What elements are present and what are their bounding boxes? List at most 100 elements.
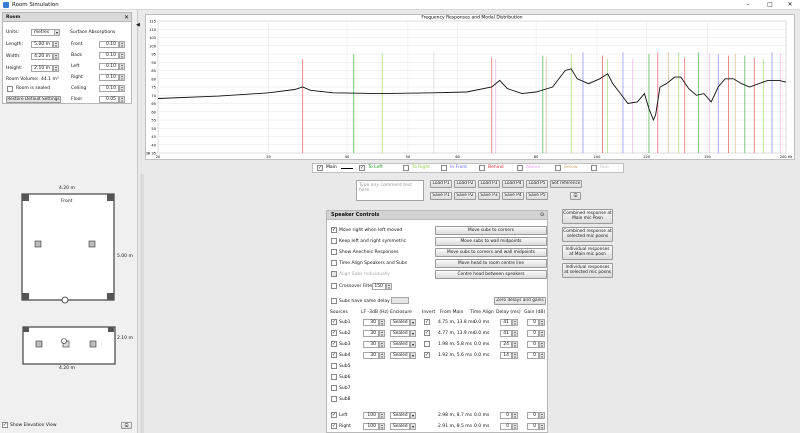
- delay-field-2[interactable]: 24: [500, 341, 512, 348]
- close-icon[interactable]: ✕: [782, 1, 798, 9]
- gain-stepper-2[interactable]: ▴ ▾: [539, 341, 545, 348]
- scrollbar[interactable]: [140, 174, 144, 433]
- source-checkbox-0[interactable]: ✓: [331, 319, 337, 325]
- invert-checkbox-1[interactable]: ✓: [424, 330, 430, 336]
- invert-checkbox-0[interactable]: ✓: [424, 319, 430, 325]
- invert-checkbox-3[interactable]: ✓: [424, 352, 430, 358]
- enclosure-chevron-down-icon-1[interactable]: ▾: [410, 330, 416, 337]
- chevron-down-icon[interactable]: ▾: [54, 29, 60, 36]
- legend-checkbox-4[interactable]: [479, 165, 485, 171]
- height-field[interactable]: 2.10 m: [31, 65, 53, 72]
- delay-stepper-9[interactable]: ▴ ▾: [512, 423, 518, 430]
- load-preset-3-button[interactable]: Load P3: [478, 180, 500, 188]
- lf-field-9[interactable]: 100: [363, 423, 379, 430]
- save-preset-4-button[interactable]: Save P4: [502, 192, 524, 200]
- show-elevation-checkbox[interactable]: ✓: [2, 422, 8, 428]
- enclosure-chevron-down-icon-3[interactable]: ▾: [410, 352, 416, 359]
- lf-stepper-9[interactable]: ▴ ▾: [379, 423, 385, 430]
- crossover-stepper[interactable]: ▴ ▾: [386, 283, 392, 290]
- surface-stepper-5[interactable]: ▴ ▾: [119, 96, 125, 103]
- delay-stepper-2[interactable]: ▴ ▾: [512, 341, 518, 348]
- comment-input[interactable]: Type any comment text here: [356, 180, 424, 201]
- lf-field-3[interactable]: 30: [363, 352, 379, 359]
- same-delay-checkbox[interactable]: [331, 298, 337, 304]
- legend-checkbox-7[interactable]: [591, 165, 597, 171]
- surface-stepper-4[interactable]: ▴ ▾: [119, 85, 125, 92]
- surface-field-2[interactable]: 0.10: [99, 63, 119, 70]
- width-field[interactable]: 4.20 m: [31, 53, 53, 60]
- save-preset-3-button[interactable]: Save P3: [478, 192, 500, 200]
- lf-stepper-3[interactable]: ▴ ▾: [379, 352, 385, 359]
- legend-checkbox-6[interactable]: [555, 165, 561, 171]
- source-checkbox-8[interactable]: ✓: [331, 412, 337, 418]
- gain-stepper-3[interactable]: ▴ ▾: [539, 352, 545, 359]
- lf-field-8[interactable]: 100: [363, 412, 379, 419]
- lf-stepper-1[interactable]: ▴ ▾: [379, 330, 385, 337]
- surface-stepper-3[interactable]: ▴ ▾: [119, 74, 125, 81]
- enclosure-select-3[interactable]: Sealed: [390, 352, 410, 359]
- load-preset-2-button[interactable]: Load P2: [454, 180, 476, 188]
- gain-field-2[interactable]: 0: [527, 341, 539, 348]
- close-room-icon[interactable]: ✕: [124, 14, 129, 21]
- invert-checkbox-2[interactable]: [424, 341, 430, 347]
- length-field[interactable]: 5.00 m: [31, 41, 53, 48]
- legend-checkbox-2[interactable]: [403, 165, 409, 171]
- reference-icon-button[interactable]: ⎙: [570, 192, 581, 200]
- load-preset-1-button[interactable]: Load P1: [430, 180, 452, 188]
- save-preset-1-button[interactable]: Save P1: [430, 192, 452, 200]
- enclosure-chevron-down-icon-8[interactable]: ▾: [410, 412, 416, 419]
- legend-checkbox-5[interactable]: [517, 165, 523, 171]
- surface-stepper-2[interactable]: ▴ ▾: [119, 63, 125, 70]
- enclosure-chevron-down-icon-2[interactable]: ▾: [410, 341, 416, 348]
- lf-stepper-0[interactable]: ▴ ▾: [379, 319, 385, 326]
- crossover-field[interactable]: 150: [372, 283, 386, 290]
- length-stepper[interactable]: ▴ ▾: [53, 41, 59, 48]
- source-checkbox-9[interactable]: ✓: [331, 423, 337, 429]
- source-checkbox-4[interactable]: [331, 363, 337, 369]
- source-checkbox-2[interactable]: ✓: [331, 341, 337, 347]
- zero-delays-button[interactable]: Zero delays and gains: [494, 297, 546, 305]
- restore-defaults-button[interactable]: Restore Default Settings: [6, 96, 61, 103]
- option-checkbox-0[interactable]: ✓: [331, 227, 337, 233]
- enclosure-select-1[interactable]: Sealed: [390, 330, 410, 337]
- combined-response-button-2[interactable]: Individual responses at Main mic posn: [562, 245, 613, 260]
- combined-response-button-3[interactable]: Individual responses at selected mic pos…: [562, 263, 613, 278]
- enclosure-select-8[interactable]: Sealed: [390, 412, 410, 419]
- action-button-4[interactable]: Centre head between speakers: [435, 270, 547, 279]
- source-checkbox-1[interactable]: ✓: [331, 330, 337, 336]
- lf-stepper-8[interactable]: ▴ ▾: [379, 412, 385, 419]
- action-button-3[interactable]: Move head to room centre line: [435, 259, 547, 268]
- gain-field-9[interactable]: 0: [527, 423, 539, 430]
- load-preset-4-button[interactable]: Load P4: [502, 180, 524, 188]
- save-preset-5-button[interactable]: Save P5: [526, 192, 548, 200]
- load-preset-5-button[interactable]: Load P5: [526, 180, 548, 188]
- enclosure-select-2[interactable]: Sealed: [390, 341, 410, 348]
- delay-field-9[interactable]: 0: [500, 423, 512, 430]
- minimize-icon[interactable]: –: [740, 1, 756, 9]
- surface-field-5[interactable]: 0.05: [99, 96, 119, 103]
- delay-field-8[interactable]: 0: [500, 412, 512, 419]
- surface-field-0[interactable]: 0.10: [99, 41, 119, 48]
- option-checkbox-4[interactable]: [331, 271, 337, 277]
- surface-stepper-1[interactable]: ▴ ▾: [119, 52, 125, 59]
- option-checkbox-3[interactable]: [331, 260, 337, 266]
- action-button-0[interactable]: Move subs to corners: [435, 226, 547, 235]
- lf-stepper-2[interactable]: ▴ ▾: [379, 341, 385, 348]
- print-icon[interactable]: ⎙: [121, 422, 132, 429]
- height-stepper[interactable]: ▴ ▾: [53, 65, 59, 72]
- gain-field-3[interactable]: 0: [527, 352, 539, 359]
- surface-field-4[interactable]: 0.10: [99, 85, 119, 92]
- gain-field-8[interactable]: 0: [527, 412, 539, 419]
- delay-stepper-8[interactable]: ▴ ▾: [512, 412, 518, 419]
- gain-field-1[interactable]: 0: [527, 330, 539, 337]
- option-checkbox-2[interactable]: [331, 249, 337, 255]
- enclosure-chevron-down-icon-9[interactable]: ▾: [410, 423, 416, 430]
- delay-field-3[interactable]: 14: [500, 352, 512, 359]
- combined-response-button-1[interactable]: Combined response at selected mic posns: [562, 227, 613, 242]
- collapse-icon[interactable]: ⊙: [540, 212, 544, 218]
- crossover-checkbox[interactable]: [331, 283, 337, 289]
- surface-stepper-0[interactable]: ▴ ▾: [119, 41, 125, 48]
- delay-field-0[interactable]: 41: [500, 319, 512, 326]
- save-preset-2-button[interactable]: Save P2: [454, 192, 476, 200]
- gain-stepper-8[interactable]: ▴ ▾: [539, 412, 545, 419]
